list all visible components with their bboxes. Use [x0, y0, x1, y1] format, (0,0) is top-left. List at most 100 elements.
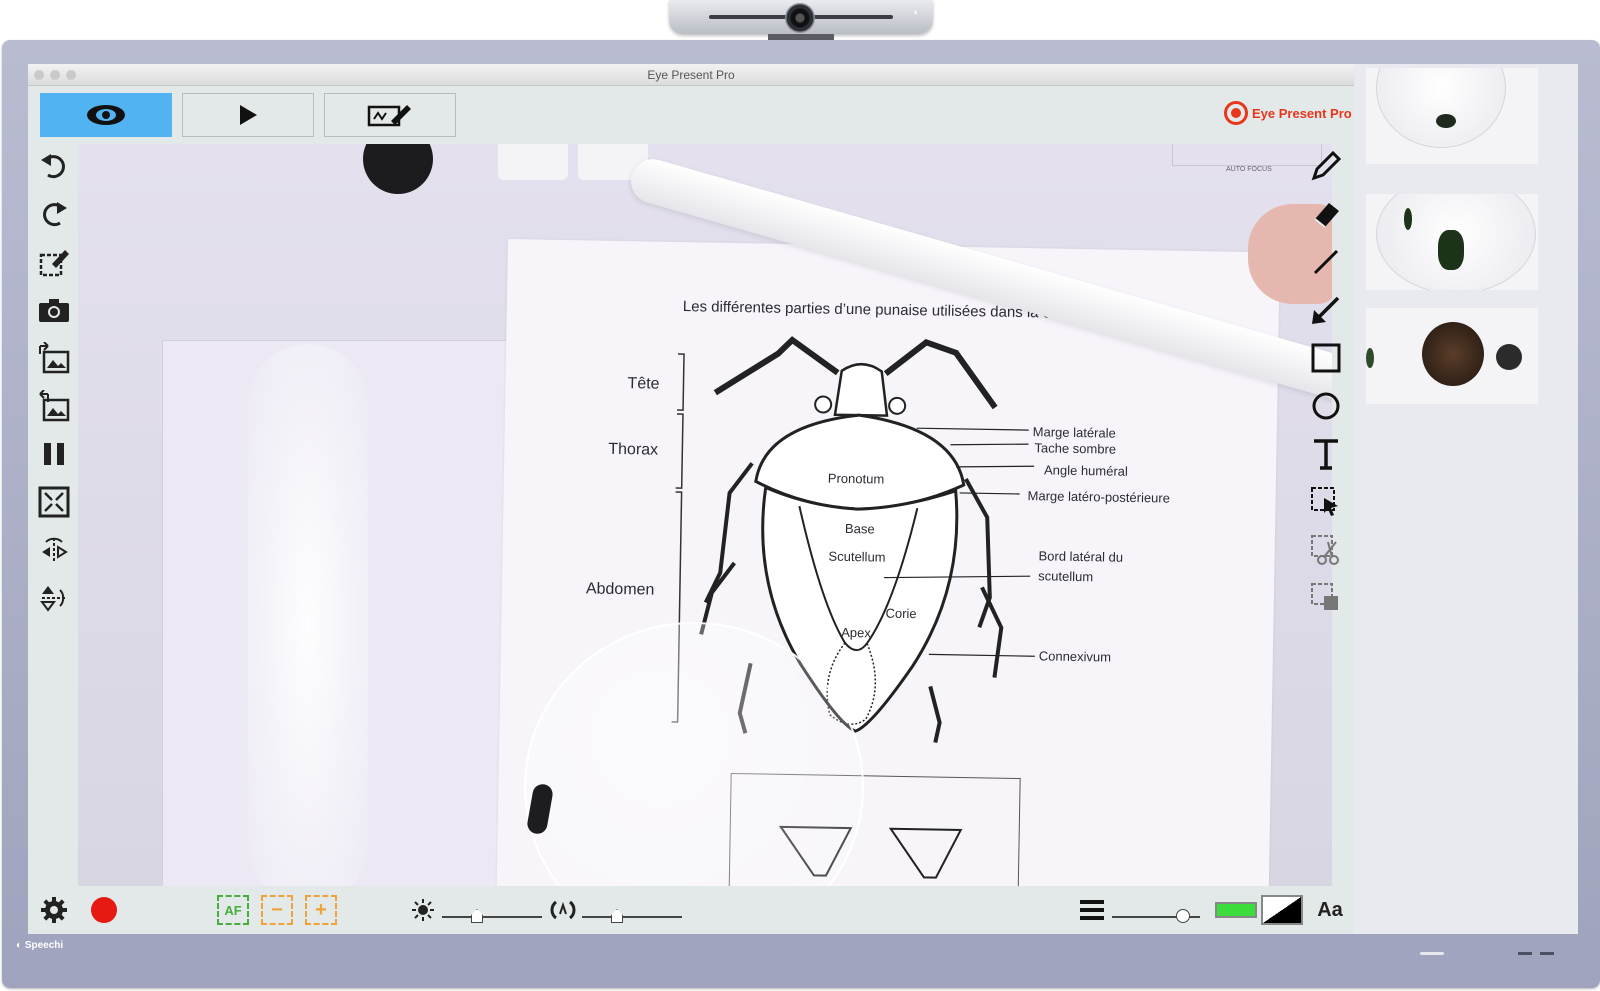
copy-icon [1311, 583, 1338, 610]
record-button[interactable] [88, 894, 120, 926]
live-view-mode-button[interactable] [40, 93, 172, 137]
autofocus-panel [1172, 144, 1322, 166]
whiteboard-pen-icon [367, 105, 411, 127]
pause-button[interactable] [34, 434, 74, 474]
slider-thumb[interactable] [611, 909, 623, 923]
pencil-button[interactable] [1306, 146, 1346, 186]
slider-thumb[interactable] [471, 909, 483, 923]
app-logo: Eye Present Pro [1224, 101, 1352, 125]
text-button[interactable] [1306, 434, 1346, 474]
brightness-slider[interactable] [442, 909, 542, 923]
webcam-lens [785, 3, 815, 33]
color-picker-button[interactable] [1214, 894, 1258, 926]
flip-horizontal-icon [42, 537, 68, 562]
arrow-icon [1312, 296, 1340, 324]
leaf-image [1366, 348, 1374, 368]
rotate-button[interactable] [34, 578, 74, 618]
plant-image [1438, 230, 1464, 270]
export-image-icon [39, 390, 70, 422]
bezel-indicator [1420, 952, 1444, 955]
part-label: Marge latérale [1032, 424, 1116, 441]
eraser-icon [1314, 203, 1339, 228]
annotate-icon [39, 250, 69, 277]
chestnut-burr-image [1422, 322, 1484, 386]
zoom-out-button[interactable]: − [260, 894, 294, 926]
part-label: Tache sombre [1034, 440, 1117, 457]
font-label: Aa [1317, 898, 1343, 921]
autofocus-button[interactable]: AF [216, 894, 250, 926]
annotate-button[interactable] [34, 242, 74, 282]
font-button[interactable]: Aa [1314, 894, 1346, 926]
contrast-label [550, 894, 576, 926]
redo-button[interactable] [34, 194, 74, 234]
select-button[interactable] [1306, 482, 1346, 522]
invert-colors-button[interactable] [1260, 894, 1304, 926]
bezel-port [1518, 952, 1532, 955]
focus-adjust-icon [550, 900, 576, 920]
monitor-brand: Speechi [16, 940, 63, 951]
redo-icon [43, 202, 67, 227]
zoom-in-button[interactable]: + [304, 894, 338, 926]
bottom-toolbar: AF − + Aa [28, 886, 1354, 934]
plant-image [1404, 208, 1412, 230]
autofocus-icon: AF [217, 895, 249, 925]
beetle-image [1436, 114, 1456, 128]
fullscreen-button[interactable] [34, 482, 74, 522]
eye-icon [87, 105, 125, 125]
part-label: Marge latéro-postérieure [1027, 488, 1171, 506]
line-width-slider[interactable] [1112, 909, 1200, 923]
screen: Eye Present Pro Eye Present Pro AUTO FOC… [28, 64, 1578, 934]
part-label: Bord latéral du [1038, 548, 1124, 565]
app-window: Eye Present Pro Eye Present Pro AUTO FOC… [28, 64, 1354, 934]
settings-button[interactable] [38, 894, 70, 926]
slider-thumb[interactable] [1176, 909, 1191, 923]
import-image-icon [39, 342, 70, 374]
capture-thumbnails [1354, 64, 1578, 934]
annotate-mode-button[interactable] [324, 93, 456, 137]
dish-image [1376, 68, 1506, 148]
export-image-button[interactable] [34, 386, 74, 426]
bezel-port [1540, 952, 1554, 955]
undo-button[interactable] [34, 146, 74, 186]
import-image-button[interactable] [34, 338, 74, 378]
circle-button[interactable] [1306, 386, 1346, 426]
part-label: Apex [841, 624, 871, 641]
logo-eye-icon [1224, 101, 1248, 125]
brightness-icon [412, 899, 434, 921]
pencil-icon [1311, 151, 1341, 181]
zoom-in-icon: + [305, 895, 337, 925]
brightness-label [412, 894, 434, 926]
thumb-chestnut-burr[interactable] [1366, 308, 1538, 404]
logo-text: Eye Present Pro [1252, 105, 1352, 121]
color-swatch [1215, 902, 1257, 918]
copy-button[interactable] [1306, 578, 1346, 618]
cut-button[interactable] [1306, 530, 1346, 570]
arrow-button[interactable] [1306, 290, 1346, 330]
title-bar: Eye Present Pro [28, 64, 1354, 86]
monitor: Eye Present Pro Eye Present Pro AUTO FOC… [2, 40, 1600, 988]
playback-mode-button[interactable] [182, 93, 314, 137]
thumb-beetle-dish[interactable] [1366, 68, 1538, 164]
thumb-plant-dish[interactable] [1366, 194, 1538, 290]
camera-view[interactable]: AUTO FOCUS Les différentes parties d’une… [78, 144, 1332, 886]
line-button[interactable] [1306, 242, 1346, 282]
part-label: Base [844, 520, 875, 537]
camera-icon [39, 299, 69, 322]
webcam-mark: ◐ [913, 7, 919, 17]
part-label: Corie [885, 605, 917, 622]
stage: ◐ Eye Present Pro Eye Present Pro AUTO F… [0, 0, 1600, 991]
line-width-button[interactable] [1078, 894, 1106, 926]
fullscreen-icon [38, 486, 70, 518]
flip-horizontal-button[interactable] [34, 530, 74, 570]
contrast-slider[interactable] [582, 909, 682, 923]
eraser-button[interactable] [1306, 194, 1346, 234]
rectangle-button[interactable] [1306, 338, 1346, 378]
contrast-icon [1261, 895, 1303, 925]
webcam: ◐ [669, 0, 933, 48]
snapshot-button[interactable] [34, 290, 74, 330]
part-label: scutellum [1038, 568, 1094, 585]
circle-icon [1312, 392, 1340, 420]
cut-icon [1311, 535, 1339, 565]
text-icon [1314, 439, 1338, 470]
part-label: Connexivum [1038, 648, 1112, 665]
